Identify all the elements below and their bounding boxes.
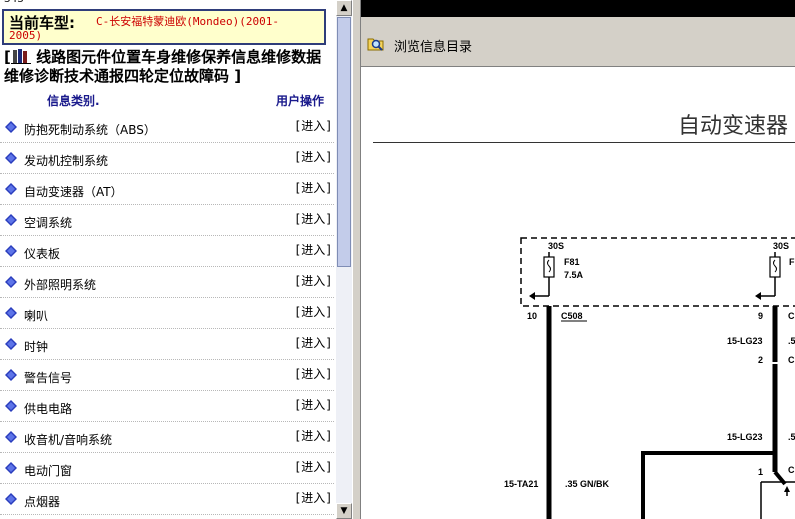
current-car-box: 当前车型: C-长安福特蒙迪欧(Mondeo)(2001- 2005) — [2, 9, 326, 45]
diamond-icon — [5, 121, 17, 133]
right-pane: 浏览信息目录 自动变速器 30S F81 7.5A 30S F 10 C508 … — [361, 0, 795, 519]
label-lg23-a: 15-LG23 — [727, 336, 763, 346]
list-item-name: 警告信号 — [24, 371, 73, 385]
list-item-name: 供电电路 — [24, 402, 73, 416]
list-item-name: 点烟器 — [24, 495, 61, 509]
label-f81-rating: 7.5A — [564, 270, 584, 280]
enter-link[interactable]: [进入] — [294, 489, 332, 506]
label-pin2: 2 — [758, 355, 763, 365]
scroll-thumb[interactable] — [337, 17, 351, 267]
category-links-text[interactable]: 线路图元件位置车身维修保养信息维修数据维修诊断技术通报四轮定位故障码 — [4, 48, 321, 85]
left-pane: 343 当前车型: C-长安福特蒙迪欧(Mondeo)(2001- 2005) … — [0, 0, 336, 519]
list-item: 空调系统 [进入] — [0, 205, 334, 236]
diamond-icon — [5, 462, 17, 474]
diamond-icon — [5, 369, 17, 381]
diamond-icon — [5, 400, 17, 412]
scroll-down-button[interactable]: ▼ — [336, 503, 352, 519]
browse-toolbar: 浏览信息目录 — [361, 17, 795, 67]
enter-link[interactable]: [进入] — [294, 272, 332, 289]
col-header-action: 用户操作 — [276, 94, 325, 108]
enter-link[interactable]: [进入] — [294, 365, 332, 382]
diamond-icon — [5, 431, 17, 443]
list-item: 自动变速器（AT） [进入] — [0, 174, 334, 205]
list-item-name: 自动变速器（AT） — [24, 185, 123, 199]
list-item-name: 发动机控制系统 — [24, 154, 109, 168]
list-item: 喇叭 [进入] — [0, 298, 334, 329]
current-car-value-cont: 2005) — [9, 29, 43, 42]
diamond-icon — [5, 338, 17, 350]
label-lg23-b: 15-LG23 — [727, 432, 763, 442]
diamond-icon — [5, 307, 17, 319]
list-item-name: 喇叭 — [24, 309, 49, 323]
diamond-icon — [5, 245, 17, 257]
col-header-category: 信息类别. — [47, 94, 100, 108]
list-item: 外部照明系统 [进入] — [0, 267, 334, 298]
list-item-name: 时钟 — [24, 340, 49, 354]
diamond-icon — [5, 183, 17, 195]
list-item: 仪表板 [进入] — [0, 236, 334, 267]
page-counter: 343 — [4, 0, 24, 5]
books-icon — [10, 49, 31, 64]
enter-link[interactable]: [进入] — [294, 396, 332, 413]
list-item: 防抱死制动系统（ABS） [进入] — [0, 112, 334, 143]
enter-link[interactable]: [进入] — [294, 427, 332, 444]
wiring-diagram: 30S F81 7.5A 30S F 10 C508 9 C 15-LG23 .… — [504, 237, 795, 519]
list-item-name: 仪表板 — [24, 247, 61, 261]
list-item: 收音机/音响系统 [进入] — [0, 422, 334, 453]
label-pin1: 1 — [758, 467, 763, 477]
right-top-strip — [361, 0, 795, 17]
label-30s-left: 30S — [548, 241, 564, 251]
label-c-right2: C — [788, 355, 795, 365]
enter-link[interactable]: [进入] — [294, 334, 332, 351]
left-scrollbar[interactable]: ▲ ▼ — [336, 0, 352, 519]
title-rule — [373, 142, 795, 143]
diamond-icon — [5, 493, 17, 505]
folder-search-icon[interactable] — [367, 34, 385, 52]
list-item: 点烟器 [进入] — [0, 484, 334, 515]
enter-link[interactable]: [进入] — [294, 148, 332, 165]
pane-splitter[interactable] — [352, 0, 361, 519]
label-c-right1: C — [788, 311, 795, 321]
diamond-icon — [5, 276, 17, 288]
list-item: 发动机控制系统 [进入] — [0, 143, 334, 174]
label-pin10: 10 — [527, 311, 537, 321]
list-item: 供电电路 [进入] — [0, 391, 334, 422]
diamond-icon — [5, 152, 17, 164]
label-f81: F81 — [564, 257, 580, 267]
label-pin9: 9 — [758, 311, 763, 321]
label-c-right3: C — [788, 465, 795, 475]
label-lg23-b-size: .5 — [788, 432, 795, 442]
current-car-value: C-长安福特蒙迪欧(Mondeo)(2001- — [96, 15, 279, 28]
list-item: 电动门窗 [进入] — [0, 453, 334, 484]
list-item: 警告信号 [进入] — [0, 360, 334, 391]
list-item-name: 收音机/音响系统 — [24, 433, 113, 447]
label-f-right: F — [789, 257, 795, 267]
list-item: 时钟 [进入] — [0, 329, 334, 360]
list-item-name: 防抱死制动系统（ABS） — [24, 123, 156, 137]
category-links: [ 线路图元件位置车身维修保养信息维修数据维修诊断技术通报四轮定位故障码 ] — [4, 48, 322, 85]
enter-link[interactable]: [进入] — [294, 117, 332, 134]
label-c508: C508 — [561, 311, 583, 321]
list-item-name: 电动门窗 — [24, 464, 73, 478]
list-item-name: 外部照明系统 — [24, 278, 97, 292]
label-gnbk: .35 GN/BK — [565, 479, 610, 489]
enter-link[interactable]: [进入] — [294, 458, 332, 475]
scroll-up-button[interactable]: ▲ — [336, 0, 352, 16]
browse-catalog-link[interactable]: 浏览信息目录 — [394, 36, 472, 55]
enter-link[interactable]: [进入] — [294, 179, 332, 196]
enter-link[interactable]: [进入] — [294, 303, 332, 320]
list-item-name: 空调系统 — [24, 216, 73, 230]
enter-link[interactable]: [进入] — [294, 241, 332, 258]
document-title: 自动变速器 — [678, 114, 789, 139]
label-lg23-a-size: .5 — [788, 336, 795, 346]
diamond-icon — [5, 214, 17, 226]
label-30s-right: 30S — [773, 241, 789, 251]
label-ta21: 15-TA21 — [504, 479, 538, 489]
enter-link[interactable]: [进入] — [294, 210, 332, 227]
